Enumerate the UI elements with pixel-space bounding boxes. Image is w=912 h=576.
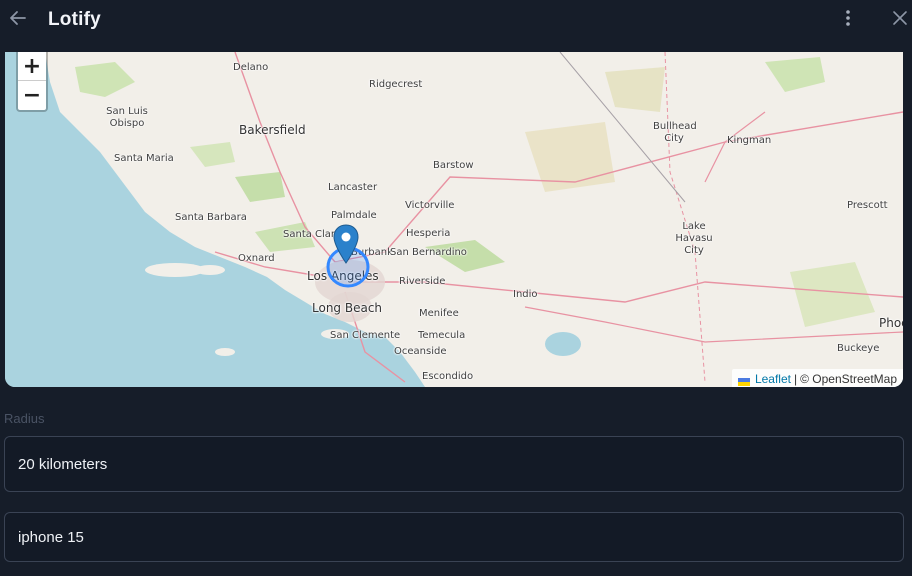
place-label: Santa Barbara: [175, 212, 247, 223]
back-button[interactable]: [6, 8, 30, 32]
place-label: Ridgecrest: [369, 79, 423, 90]
place-label: Long Beach: [312, 301, 383, 315]
place-label: Escondido: [422, 371, 474, 382]
place-label: San Bernardino: [390, 247, 467, 258]
place-label: Lancaster: [328, 182, 378, 193]
page-title: Lotify: [48, 9, 101, 30]
place-label: Lake Havasu City: [675, 221, 713, 256]
place-label: Prescott: [847, 200, 888, 211]
place-label: Menifee: [419, 308, 459, 319]
zoom-in-button[interactable]: +: [18, 52, 46, 81]
map-attribution: Leaflet | © OpenStreetMap: [731, 369, 903, 387]
place-label: Oceanside: [394, 346, 447, 357]
zoom-control: + −: [16, 52, 48, 112]
arrow-left-icon: [8, 8, 28, 33]
leaflet-link[interactable]: Leaflet: [755, 372, 791, 386]
place-label: Bullhead City: [653, 121, 697, 144]
location-marker[interactable]: [333, 224, 359, 264]
osm-attribution[interactable]: © OpenStreetMap: [800, 372, 897, 386]
more-vertical-icon: [845, 9, 851, 32]
map-view[interactable]: Delano Ridgecrest San Luis Obispo Bakers…: [5, 52, 903, 387]
app-header: Lotify: [0, 0, 912, 40]
place-label: Bakersfield: [239, 123, 306, 137]
close-icon: [892, 10, 908, 31]
place-label: Indio: [513, 289, 538, 300]
radius-field[interactable]: 20 kilometers: [4, 436, 904, 492]
more-options-button[interactable]: [836, 8, 860, 32]
map-pin-icon: [333, 224, 359, 268]
place-label: Santa Maria: [114, 153, 174, 164]
place-label: Phoenix: [879, 316, 903, 330]
radius-value: 20 kilometers: [18, 455, 108, 473]
place-label: Temecula: [418, 330, 466, 341]
place-label: Palmdale: [331, 210, 377, 221]
search-query-field[interactable]: iphone 15: [4, 512, 904, 562]
ukraine-flag-icon: [737, 375, 750, 386]
place-label: Hesperia: [406, 228, 451, 239]
zoom-out-button[interactable]: −: [18, 81, 46, 110]
place-label: San Clemente: [330, 330, 401, 341]
radius-label: Radius: [4, 411, 45, 426]
search-query-value: iphone 15: [18, 528, 84, 546]
attribution-separator: |: [793, 372, 798, 386]
place-label: Kingman: [727, 135, 772, 146]
place-label: San Luis Obispo: [106, 106, 148, 129]
close-button[interactable]: [888, 8, 912, 32]
place-label: Barstow: [433, 160, 474, 171]
place-label: Oxnard: [238, 253, 275, 264]
place-label: Buckeye: [837, 343, 880, 354]
place-label: Victorville: [405, 200, 455, 211]
place-label: Riverside: [399, 276, 446, 287]
place-label: Delano: [233, 62, 269, 73]
